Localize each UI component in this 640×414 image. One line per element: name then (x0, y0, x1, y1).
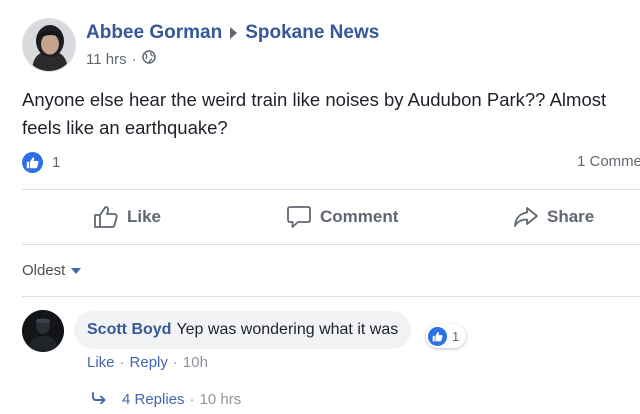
post-text: Anyone else hear the weird train like no… (22, 89, 607, 138)
sort-label: Oldest (22, 262, 66, 279)
like-reaction-icon[interactable] (22, 151, 43, 173)
share-icon (514, 207, 538, 227)
comment-text: Yep was wondering what it was (176, 321, 399, 338)
author-avatar-image (23, 19, 75, 71)
divider (22, 296, 640, 297)
comment-label: Comment (320, 207, 399, 226)
arrow-right-icon (230, 27, 238, 39)
view-replies-link[interactable]: 4 Replies (122, 391, 185, 408)
caret-down-icon (71, 267, 82, 274)
comment-button[interactable]: Comment (286, 196, 398, 238)
post-timestamp[interactable]: 11 hrs (86, 51, 127, 68)
commenter-name[interactable]: Scott Boyd (87, 321, 171, 339)
comment-reply-link[interactable]: Reply (130, 354, 168, 371)
like-label: Like (127, 207, 162, 226)
commenter-avatar[interactable] (22, 310, 64, 352)
separator: · (172, 354, 178, 371)
comment-timestamp[interactable]: 10h (183, 354, 208, 371)
comment-bubble: Scott Boyd Yep was wondering what it was (74, 311, 412, 349)
divider (22, 189, 640, 190)
post-header: Abbee Gorman Spokane News 11 hrs · (22, 18, 379, 74)
author-name[interactable]: Abbee Gorman (86, 22, 222, 44)
author-line: Abbee Gorman Spokane News (86, 22, 379, 44)
replies-timestamp: 10 hrs (199, 391, 242, 408)
replies-row: 4 Replies · 10 hrs (92, 391, 241, 408)
divider (22, 244, 640, 245)
comment-like-link[interactable]: Like (87, 354, 115, 371)
like-button[interactable]: Like (93, 196, 161, 238)
reactions-row: 1 1 Comment (22, 150, 640, 174)
comment-actions: Like · Reply · 10h (87, 354, 208, 371)
like-reaction-icon (428, 326, 447, 346)
group-name[interactable]: Spokane News (245, 22, 379, 44)
separator: · (119, 354, 125, 371)
share-label: Share (547, 207, 595, 226)
globe-icon[interactable] (141, 50, 156, 68)
reply-arrow-icon (92, 391, 108, 408)
thumbs-up-icon (94, 206, 118, 228)
reaction-count[interactable]: 1 (52, 154, 60, 171)
comment-sort-dropdown[interactable]: Oldest (22, 262, 82, 279)
comment-reaction-count: 1 (452, 328, 460, 344)
share-button[interactable]: Share (513, 196, 594, 238)
post-actions: Like Comment Share (0, 196, 640, 238)
comment-reaction-badge[interactable]: 1 (426, 324, 467, 348)
author-avatar[interactable] (22, 18, 76, 72)
comment-count[interactable]: 1 Comment (577, 153, 640, 170)
separator: · (189, 391, 195, 408)
comment-icon (287, 206, 311, 228)
commenter-avatar-image (22, 310, 64, 352)
meta-separator: · (131, 50, 137, 68)
post-meta: 11 hrs · (86, 50, 379, 68)
